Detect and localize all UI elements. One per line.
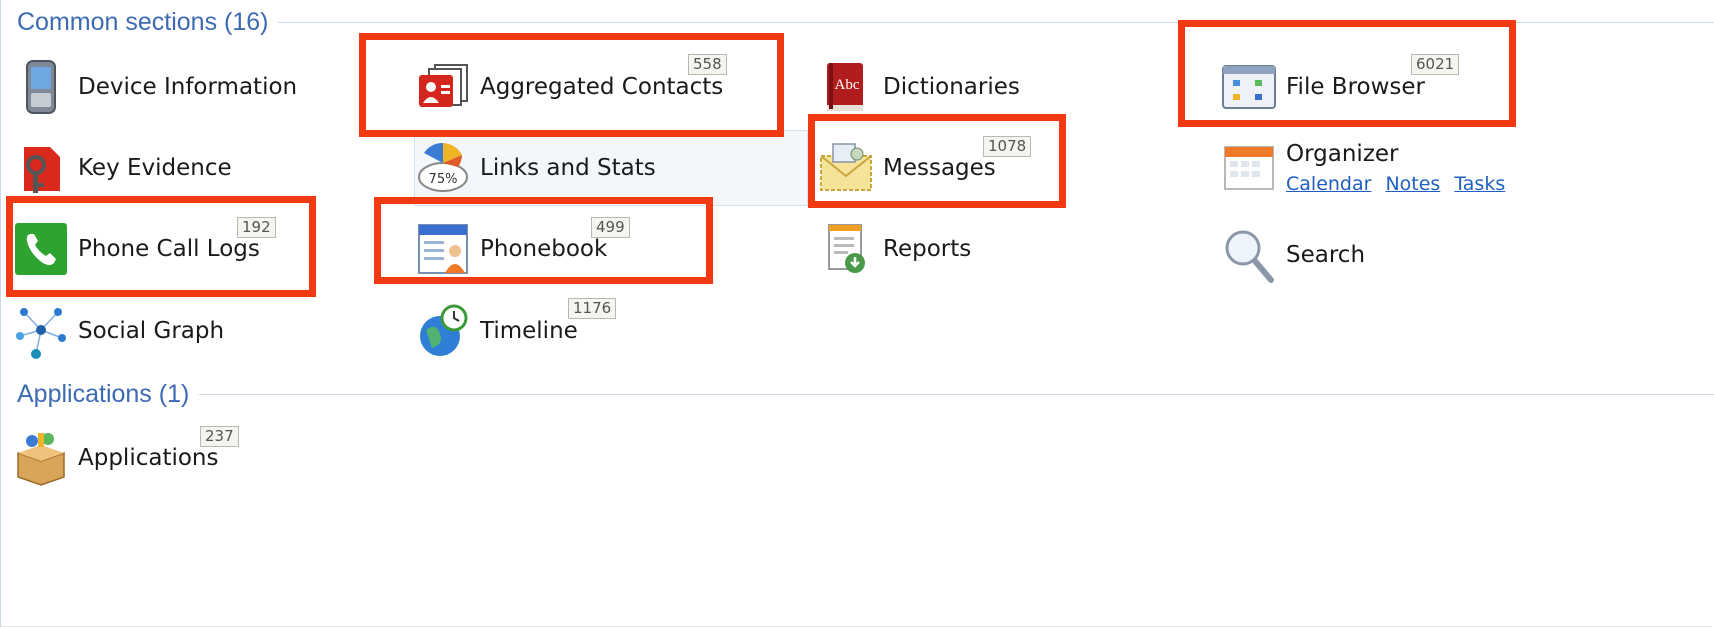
calendar-icon [1220, 139, 1278, 197]
count-badge: 237 [200, 426, 239, 447]
section-applications[interactable]: Applications [12, 421, 219, 495]
highlight-box-aggregated-contacts [359, 33, 784, 137]
highlight-box-messages [808, 114, 1066, 208]
count-badge: 1176 [568, 298, 617, 319]
network-graph-icon [12, 302, 70, 360]
organizer-links: Calendar Notes Tasks [1286, 173, 1505, 195]
highlight-box-phonebook [374, 197, 713, 284]
section-label: Links and Stats [480, 155, 656, 181]
organizer-link-calendar[interactable]: Calendar [1286, 173, 1371, 195]
organizer-link-notes[interactable]: Notes [1385, 173, 1440, 195]
highlight-box-phone-call-logs [6, 196, 316, 297]
organizer-content: Organizer Calendar Notes Tasks [1286, 141, 1505, 195]
section-search[interactable]: Search [1220, 218, 1365, 292]
section-key-evidence[interactable]: Key Evidence [12, 131, 232, 205]
section-label: Timeline [480, 318, 578, 344]
section-label: Social Graph [78, 318, 225, 344]
pie-chart-icon: 75% [414, 139, 472, 197]
applications-header: Applications (1) [17, 374, 1714, 414]
phone-device-icon [12, 58, 70, 116]
section-timeline[interactable]: Timeline [414, 294, 578, 368]
key-tag-icon [12, 139, 70, 197]
section-label: Device Information [78, 74, 298, 100]
report-document-icon [817, 220, 875, 278]
section-label: Applications [78, 445, 219, 471]
section-links-and-stats[interactable]: 75% Links and Stats [414, 131, 656, 205]
section-title: Applications (1) [17, 379, 190, 408]
section-social-graph[interactable]: Social Graph [12, 294, 224, 368]
section-organizer[interactable]: Organizer Calendar Notes Tasks [1220, 131, 1505, 205]
pie-icon-text: 75% [429, 172, 458, 187]
section-reports[interactable]: Reports [817, 212, 971, 286]
package-box-icon [12, 429, 70, 487]
section-divider [199, 393, 1714, 395]
section-label: Key Evidence [78, 155, 232, 181]
section-dictionaries[interactable]: Abc Dictionaries [817, 50, 1020, 124]
section-label: Search [1286, 242, 1366, 268]
magnifier-icon [1220, 226, 1278, 284]
section-label: Dictionaries [883, 74, 1020, 100]
organizer-link-tasks[interactable]: Tasks [1454, 173, 1505, 195]
section-device-information[interactable]: Device Information [12, 50, 297, 124]
dictionary-book-icon: Abc [817, 58, 875, 116]
globe-clock-icon [414, 302, 472, 360]
section-label: Organizer [1286, 141, 1399, 167]
section-label: Reports [883, 236, 972, 262]
highlight-box-file-browser [1178, 20, 1516, 127]
section-title: Common sections (16) [17, 7, 269, 36]
dictionary-icon-text: Abc [835, 77, 860, 93]
